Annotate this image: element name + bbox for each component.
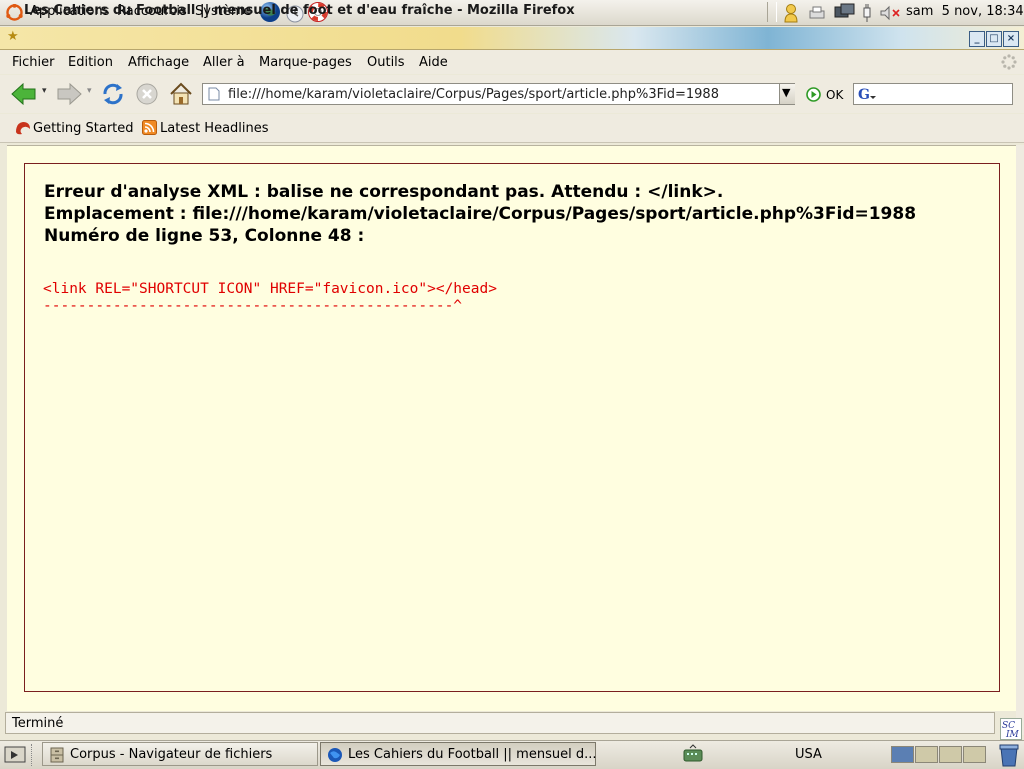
keyboard-layout-label[interactable]: USA	[795, 747, 822, 762]
window-right-edge	[1016, 145, 1024, 735]
status-bar	[5, 712, 995, 734]
error-pointer: ----------------------------------------…	[43, 298, 463, 314]
panel-separator	[767, 2, 777, 22]
taskbar-firefox-label: Les Cahiers du Football || mensuel d...	[348, 747, 597, 762]
menu-affichage[interactable]: Affichage	[128, 55, 189, 70]
back-arrow-icon[interactable]	[11, 83, 37, 105]
search-input[interactable]	[853, 83, 1013, 105]
address-dropdown-arrow-icon: ▼	[782, 86, 791, 99]
svg-text:IM: IM	[1005, 730, 1020, 740]
keyboard-indicator-icon[interactable]	[682, 744, 704, 764]
error-line-number: Numéro de ligne 53, Colonne 48 :	[44, 226, 365, 246]
reload-icon[interactable]	[100, 81, 126, 107]
bookmark-latest-headlines[interactable]: Latest Headlines	[160, 121, 269, 136]
menu-edition[interactable]: Edition	[68, 55, 113, 70]
home-icon[interactable]	[168, 81, 194, 107]
window-title: Les Cahiers du Football || mensuel de fo…	[24, 3, 575, 18]
scim-input-method-icon[interactable]: SC IM	[1000, 718, 1022, 740]
power-plug-icon[interactable]	[859, 3, 875, 23]
back-history-dropdown-icon[interactable]: ▾	[42, 86, 47, 96]
status-text: Terminé	[12, 716, 64, 731]
workspace-1[interactable]	[891, 746, 914, 763]
maximize-button[interactable]: □	[986, 31, 1002, 47]
error-source-line: <link REL="SHORTCUT ICON" HREF="favicon.…	[43, 281, 497, 297]
menu-aller-a[interactable]: Aller à	[203, 55, 245, 70]
printer-icon[interactable]	[808, 5, 826, 21]
error-location: Emplacement : file:///home/karam/violeta…	[44, 204, 917, 224]
firefox-bookmark-icon	[16, 122, 30, 135]
rss-feed-icon	[142, 120, 157, 135]
workspace-4[interactable]	[963, 746, 986, 763]
file-cabinet-icon	[50, 747, 64, 763]
panel-handle	[31, 744, 38, 766]
forward-history-dropdown-icon[interactable]: ▾	[87, 86, 92, 96]
trash-icon[interactable]	[997, 742, 1021, 768]
workspace-3[interactable]	[939, 746, 962, 763]
stop-icon[interactable]	[135, 82, 159, 106]
volume-muted-icon[interactable]	[879, 5, 903, 21]
throbber-icon	[1001, 54, 1017, 70]
bookmark-getting-started[interactable]: Getting Started	[33, 121, 134, 136]
error-message: Erreur d'analyse XML : balise ne corresp…	[44, 182, 724, 202]
ubuntu-logo-icon[interactable]	[6, 4, 23, 21]
svg-text:G: G	[858, 87, 870, 102]
taskbar-file-manager-label: Corpus - Navigateur de fichiers	[70, 747, 273, 762]
show-desktop-icon[interactable]	[4, 745, 26, 765]
user-switcher-icon[interactable]	[782, 3, 800, 23]
menu-aide[interactable]: Aide	[419, 55, 448, 70]
window-titlebar[interactable]	[0, 27, 1024, 50]
panel-clock[interactable]: sam 5 nov, 18:34	[906, 4, 1024, 19]
page-file-icon	[208, 87, 220, 101]
menu-fichier[interactable]: Fichier	[12, 55, 55, 70]
menu-outils[interactable]: Outils	[367, 55, 405, 70]
workspace-2[interactable]	[915, 746, 938, 763]
network-monitor-icon[interactable]	[834, 3, 856, 23]
forward-arrow-icon[interactable]	[56, 83, 82, 105]
minimize-button[interactable]: _	[969, 31, 985, 47]
menu-marque-pages[interactable]: Marque-pages	[259, 55, 352, 70]
go-icon[interactable]	[806, 87, 821, 102]
google-search-engine-icon[interactable]: G	[857, 86, 877, 102]
address-bar-url[interactable]: file:///home/karam/violetaclaire/Corpus/…	[228, 87, 719, 102]
firefox-task-icon	[328, 748, 342, 762]
go-button-label[interactable]: OK	[826, 88, 843, 102]
close-button[interactable]: ×	[1003, 31, 1019, 47]
window-menu-icon[interactable]: ★	[7, 29, 19, 44]
